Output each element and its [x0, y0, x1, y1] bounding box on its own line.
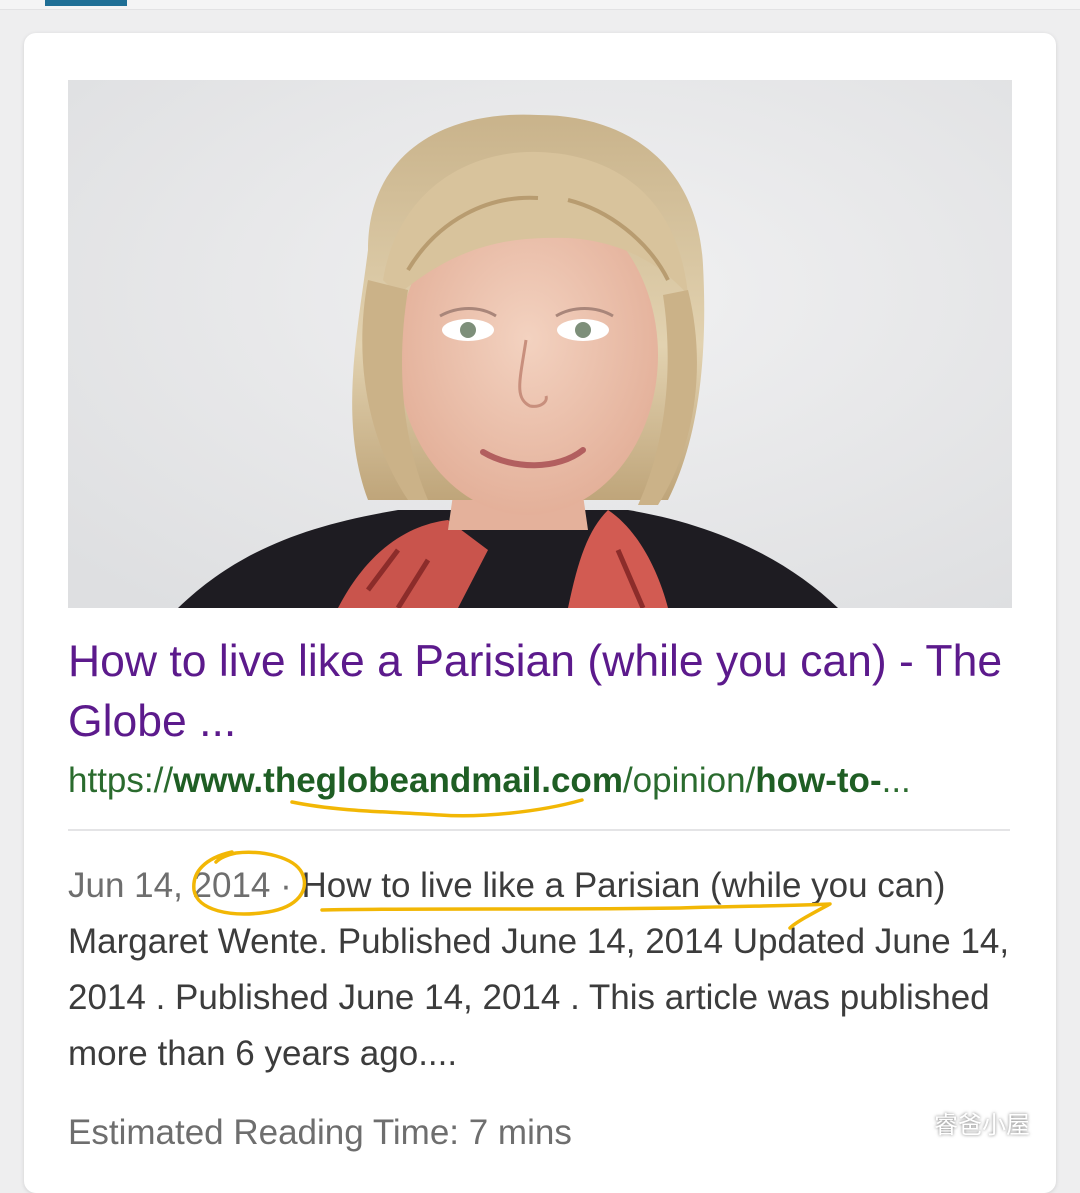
divider	[68, 829, 1010, 831]
watermark-text: 睿爸小屋	[934, 1111, 1030, 1139]
url-path: /opinion/	[622, 761, 756, 800]
result-snippet: Jun 14, 2014 · How to live like a Parisi…	[68, 858, 1028, 1082]
url-ellipsis: ...	[881, 761, 911, 800]
top-tab-bar	[0, 0, 1080, 10]
url-slug: how-to-	[755, 761, 882, 800]
result-thumbnail-image[interactable]	[68, 80, 1012, 608]
result-url[interactable]: https://www.theglobeandmail.com/opinion/…	[68, 758, 1008, 804]
wechat-icon	[892, 1107, 926, 1136]
result-title-link[interactable]: How to live like a Parisian (while you c…	[68, 632, 1018, 752]
url-domain: www.theglobeandmail.com	[173, 761, 623, 800]
watermark: 睿爸小屋	[892, 1102, 1062, 1142]
reading-time: Estimated Reading Time: 7 mins	[68, 1113, 572, 1152]
portrait-image	[68, 80, 1012, 608]
snippet-date: Jun 14, 2014 ·	[68, 866, 302, 905]
url-scheme: https://	[68, 761, 174, 800]
active-tab-indicator[interactable]	[45, 0, 127, 6]
